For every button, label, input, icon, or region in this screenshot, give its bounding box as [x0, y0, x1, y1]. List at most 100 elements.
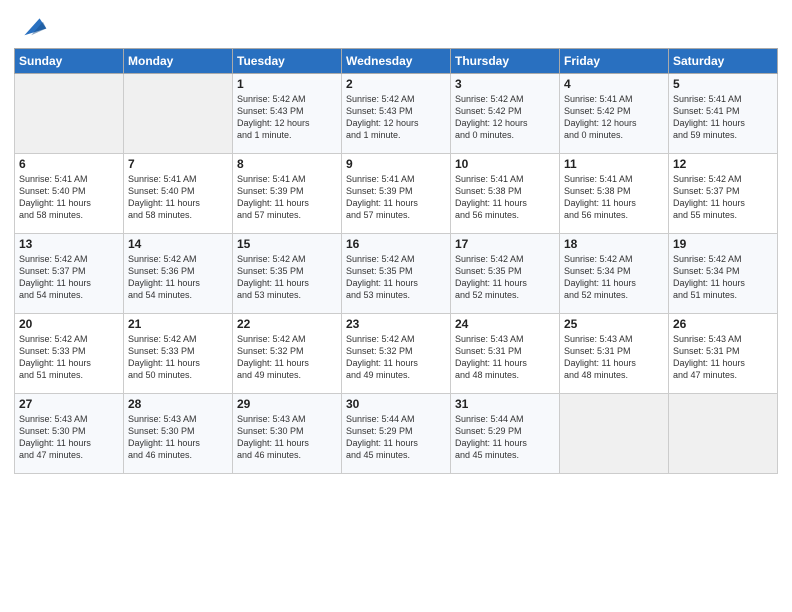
day-number: 25 [564, 317, 664, 331]
day-info: Sunrise: 5:42 AM Sunset: 5:37 PM Dayligh… [19, 253, 119, 302]
day-number: 24 [455, 317, 555, 331]
calendar-week-row: 1 Sunrise: 5:42 AM Sunset: 5:43 PM Daylig… [15, 74, 778, 154]
day-info: Sunrise: 5:42 AM Sunset: 5:32 PM Dayligh… [237, 333, 337, 382]
day-info: Sunrise: 5:42 AM Sunset: 5:35 PM Dayligh… [346, 253, 446, 302]
day-info: Sunrise: 5:41 AM Sunset: 5:41 PM Dayligh… [673, 93, 773, 142]
calendar-cell: 4 Sunrise: 5:41 AM Sunset: 5:42 PM Daylig… [560, 74, 669, 154]
calendar-cell: 28 Sunrise: 5:43 AM Sunset: 5:30 PM Dayli… [124, 394, 233, 474]
calendar-cell: 7Sunrise: 5:41 AM Sunset: 5:40 PM Daylig… [124, 154, 233, 234]
day-header-tuesday: Tuesday [233, 49, 342, 74]
day-info: Sunrise: 5:43 AM Sunset: 5:30 PM Dayligh… [19, 413, 119, 462]
day-number: 17 [455, 237, 555, 251]
calendar-cell: 14 Sunrise: 5:42 AM Sunset: 5:36 PM Dayli… [124, 234, 233, 314]
day-number: 9 [346, 157, 446, 171]
calendar-cell: 29 Sunrise: 5:43 AM Sunset: 5:30 PM Dayli… [233, 394, 342, 474]
day-number: 12 [673, 157, 773, 171]
calendar-cell: 9 Sunrise: 5:41 AM Sunset: 5:39 PM Daylig… [342, 154, 451, 234]
day-info: Sunrise: 5:42 AM Sunset: 5:33 PM Dayligh… [19, 333, 119, 382]
calendar-cell: 10Sunrise: 5:41 AM Sunset: 5:38 PM Dayli… [451, 154, 560, 234]
day-info: Sunrise: 5:42 AM Sunset: 5:34 PM Dayligh… [673, 253, 773, 302]
day-info: Sunrise: 5:42 AM Sunset: 5:35 PM Dayligh… [455, 253, 555, 302]
day-number: 6 [19, 157, 119, 171]
day-number: 3 [455, 77, 555, 91]
day-number: 13 [19, 237, 119, 251]
day-info: Sunrise: 5:43 AM Sunset: 5:30 PM Dayligh… [128, 413, 228, 462]
day-number: 2 [346, 77, 446, 91]
calendar-cell: 8Sunrise: 5:41 AM Sunset: 5:39 PM Daylig… [233, 154, 342, 234]
day-info: Sunrise: 5:42 AM Sunset: 5:42 PM Dayligh… [455, 93, 555, 142]
day-number: 28 [128, 397, 228, 411]
calendar-cell: 23 Sunrise: 5:42 AM Sunset: 5:32 PM Dayli… [342, 314, 451, 394]
day-number: 4 [564, 77, 664, 91]
calendar-cell: 16 Sunrise: 5:42 AM Sunset: 5:35 PM Dayli… [342, 234, 451, 314]
calendar-header-row: SundayMondayTuesdayWednesdayThursdayFrid… [15, 49, 778, 74]
calendar-cell: 15 Sunrise: 5:42 AM Sunset: 5:35 PM Dayli… [233, 234, 342, 314]
day-info: Sunrise: 5:42 AM Sunset: 5:35 PM Dayligh… [237, 253, 337, 302]
day-info: Sunrise: 5:41 AM Sunset: 5:42 PM Dayligh… [564, 93, 664, 142]
calendar-cell: 13 Sunrise: 5:42 AM Sunset: 5:37 PM Dayli… [15, 234, 124, 314]
day-info: Sunrise: 5:42 AM Sunset: 5:34 PM Dayligh… [564, 253, 664, 302]
day-header-friday: Friday [560, 49, 669, 74]
calendar-week-row: 27 Sunrise: 5:43 AM Sunset: 5:30 PM Dayli… [15, 394, 778, 474]
day-number: 21 [128, 317, 228, 331]
calendar-cell [15, 74, 124, 154]
day-header-thursday: Thursday [451, 49, 560, 74]
calendar-table: SundayMondayTuesdayWednesdayThursdayFrid… [14, 48, 778, 474]
calendar-cell [669, 394, 778, 474]
day-info: Sunrise: 5:42 AM Sunset: 5:43 PM Dayligh… [346, 93, 446, 142]
day-info: Sunrise: 5:43 AM Sunset: 5:31 PM Dayligh… [455, 333, 555, 382]
day-number: 31 [455, 397, 555, 411]
day-number: 1 [237, 77, 337, 91]
header [14, 10, 778, 42]
day-info: Sunrise: 5:41 AM Sunset: 5:38 PM Dayligh… [455, 173, 555, 222]
day-number: 15 [237, 237, 337, 251]
calendar-cell: 21 Sunrise: 5:42 AM Sunset: 5:33 PM Dayli… [124, 314, 233, 394]
calendar-cell: 30Sunrise: 5:44 AM Sunset: 5:29 PM Dayli… [342, 394, 451, 474]
calendar-cell: 5 Sunrise: 5:41 AM Sunset: 5:41 PM Daylig… [669, 74, 778, 154]
day-number: 18 [564, 237, 664, 251]
calendar-cell: 20 Sunrise: 5:42 AM Sunset: 5:33 PM Dayli… [15, 314, 124, 394]
day-number: 29 [237, 397, 337, 411]
page: SundayMondayTuesdayWednesdayThursdayFrid… [0, 0, 792, 612]
calendar-week-row: 6 Sunrise: 5:41 AM Sunset: 5:40 PM Daylig… [15, 154, 778, 234]
day-number: 7 [128, 157, 228, 171]
calendar-cell: 11 Sunrise: 5:41 AM Sunset: 5:38 PM Dayli… [560, 154, 669, 234]
calendar-week-row: 13 Sunrise: 5:42 AM Sunset: 5:37 PM Dayli… [15, 234, 778, 314]
day-info: Sunrise: 5:44 AM Sunset: 5:29 PM Dayligh… [455, 413, 555, 462]
day-info: Sunrise: 5:41 AM Sunset: 5:40 PM Dayligh… [19, 173, 119, 222]
day-header-sunday: Sunday [15, 49, 124, 74]
calendar-cell [560, 394, 669, 474]
day-number: 27 [19, 397, 119, 411]
day-info: Sunrise: 5:41 AM Sunset: 5:38 PM Dayligh… [564, 173, 664, 222]
logo-icon [16, 10, 48, 42]
calendar-cell: 18 Sunrise: 5:42 AM Sunset: 5:34 PM Dayli… [560, 234, 669, 314]
day-number: 20 [19, 317, 119, 331]
day-number: 16 [346, 237, 446, 251]
day-number: 23 [346, 317, 446, 331]
day-header-monday: Monday [124, 49, 233, 74]
day-number: 5 [673, 77, 773, 91]
calendar-cell: 19 Sunrise: 5:42 AM Sunset: 5:34 PM Dayli… [669, 234, 778, 314]
day-number: 11 [564, 157, 664, 171]
day-header-wednesday: Wednesday [342, 49, 451, 74]
day-info: Sunrise: 5:42 AM Sunset: 5:33 PM Dayligh… [128, 333, 228, 382]
day-header-saturday: Saturday [669, 49, 778, 74]
calendar-cell: 25 Sunrise: 5:43 AM Sunset: 5:31 PM Dayli… [560, 314, 669, 394]
calendar-cell: 24 Sunrise: 5:43 AM Sunset: 5:31 PM Dayli… [451, 314, 560, 394]
day-number: 26 [673, 317, 773, 331]
calendar-cell: 22Sunrise: 5:42 AM Sunset: 5:32 PM Dayli… [233, 314, 342, 394]
day-info: Sunrise: 5:41 AM Sunset: 5:39 PM Dayligh… [237, 173, 337, 222]
day-info: Sunrise: 5:41 AM Sunset: 5:39 PM Dayligh… [346, 173, 446, 222]
day-info: Sunrise: 5:43 AM Sunset: 5:30 PM Dayligh… [237, 413, 337, 462]
calendar-cell: 26Sunrise: 5:43 AM Sunset: 5:31 PM Dayli… [669, 314, 778, 394]
day-info: Sunrise: 5:42 AM Sunset: 5:36 PM Dayligh… [128, 253, 228, 302]
day-info: Sunrise: 5:42 AM Sunset: 5:43 PM Dayligh… [237, 93, 337, 142]
day-number: 14 [128, 237, 228, 251]
day-info: Sunrise: 5:42 AM Sunset: 5:32 PM Dayligh… [346, 333, 446, 382]
day-info: Sunrise: 5:42 AM Sunset: 5:37 PM Dayligh… [673, 173, 773, 222]
day-number: 19 [673, 237, 773, 251]
day-info: Sunrise: 5:43 AM Sunset: 5:31 PM Dayligh… [564, 333, 664, 382]
calendar-cell: 12 Sunrise: 5:42 AM Sunset: 5:37 PM Dayli… [669, 154, 778, 234]
calendar-cell: 27 Sunrise: 5:43 AM Sunset: 5:30 PM Dayli… [15, 394, 124, 474]
calendar-cell: 2 Sunrise: 5:42 AM Sunset: 5:43 PM Daylig… [342, 74, 451, 154]
